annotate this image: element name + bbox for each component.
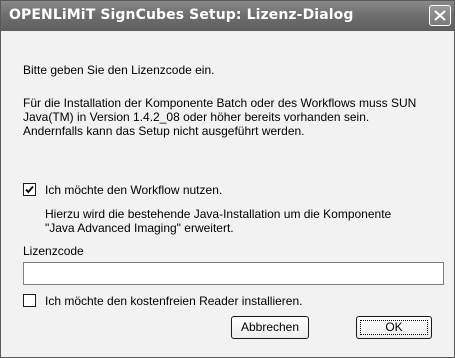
setup-dialog: OPENLiMiT SignCubes Setup: Lizenz-Dialog…: [0, 0, 455, 358]
license-code-label: Lizenzcode: [23, 244, 84, 258]
title-bar[interactable]: OPENLiMiT SignCubes Setup: Lizenz-Dialog: [1, 1, 454, 31]
workflow-checkbox-label[interactable]: Ich möchte den Workflow nutzen.: [45, 183, 222, 197]
reader-checkbox[interactable]: [23, 294, 36, 307]
workflow-info-line-2: "Java Advanced Imaging" erweitert.: [45, 221, 234, 235]
requirement-line-2: Java(TM) in Version 1.4.2_08 oder höher …: [23, 110, 370, 124]
close-button[interactable]: [429, 5, 451, 26]
dialog-body: Bitte geben Sie den Lizenzcode ein. Für …: [1, 31, 454, 357]
workflow-info-line-1: Hierzu wird die bestehende Java-Installa…: [45, 207, 392, 221]
ok-button-label: OK: [385, 320, 403, 334]
requirement-line-3: Andernfalls kann das Setup nicht ausgefü…: [23, 124, 305, 138]
intro-text: Bitte geben Sie den Lizenzcode ein.: [23, 63, 215, 77]
ok-button[interactable]: OK: [356, 316, 432, 339]
checkmark-icon: [25, 185, 34, 194]
close-icon: [434, 10, 446, 21]
reader-checkbox-label[interactable]: Ich möchte den kostenfreien Reader insta…: [45, 294, 302, 308]
window-title: OPENLiMiT SignCubes Setup: Lizenz-Dialog: [9, 7, 354, 23]
requirement-line-1: Für die Installation der Komponente Batc…: [23, 96, 417, 110]
cancel-button[interactable]: Abbrechen: [231, 316, 309, 339]
license-code-input[interactable]: [23, 262, 444, 285]
workflow-checkbox[interactable]: [23, 183, 36, 196]
